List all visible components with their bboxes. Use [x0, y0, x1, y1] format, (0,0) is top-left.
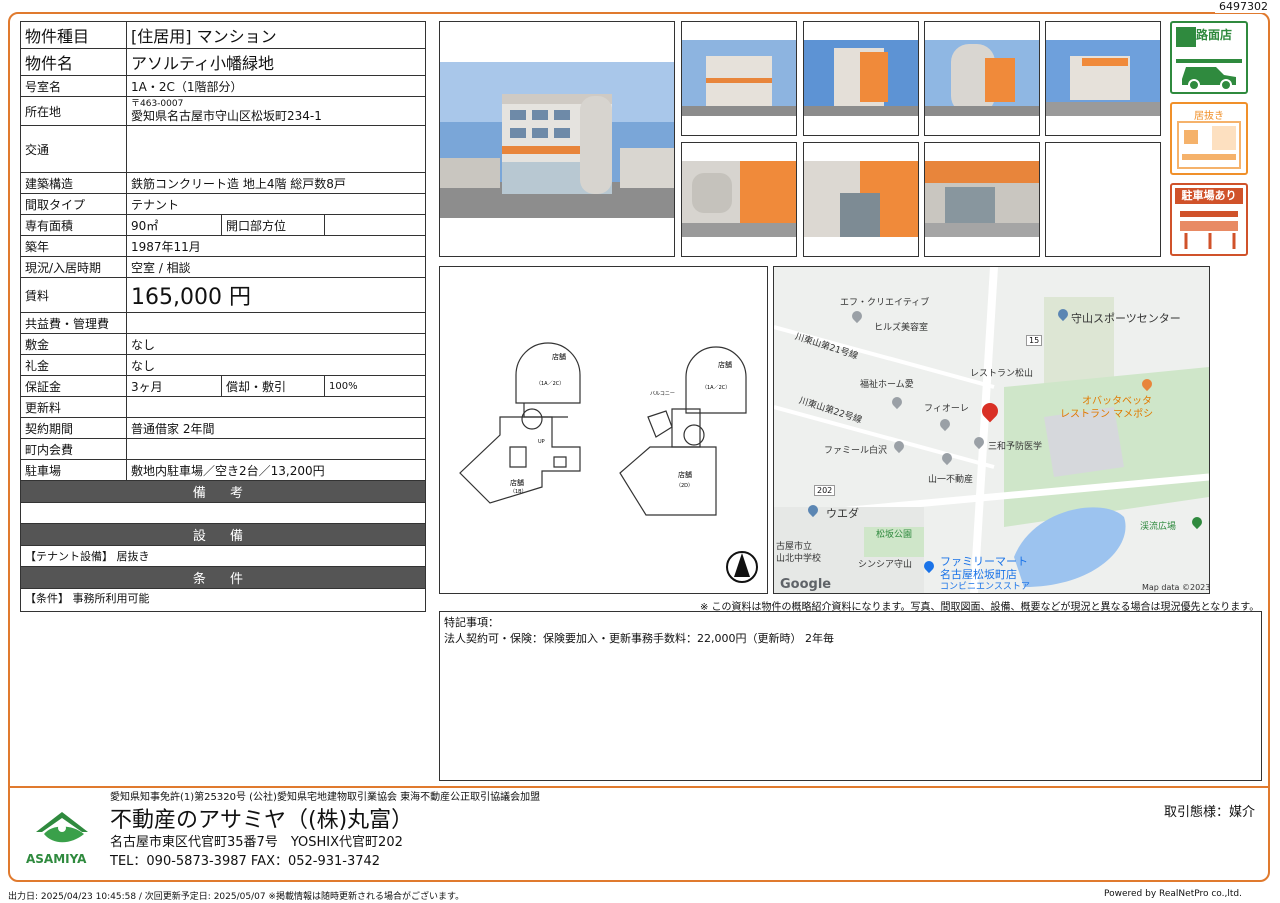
row-built: 築年 1987年11月 [20, 235, 426, 257]
transaction-type: 取引態様：媒介 [1164, 805, 1256, 820]
map-label: シンシア守山 [858, 560, 913, 570]
row-structure: 建築構造 鉄筋コンクリート造 地上4階 総戸数8戸 [20, 172, 426, 194]
fp-unit2: （1A／2C） [702, 385, 730, 391]
thumbnail-photo-4[interactable] [1045, 21, 1161, 136]
row-type: 物件種目 [住居用] マンション [20, 21, 426, 49]
fp-unit1: （1A／2C） [536, 381, 564, 387]
row-address: 所在地 〒463-0007 愛知県名古屋市守山区松坂町234-1 [20, 96, 426, 126]
row-deposit: 敷金 なし [20, 333, 426, 355]
row-fee: 共益費・管理費 [20, 312, 426, 334]
company-phone: TEL：090-5873-3987 FAX：052-931-3742 [110, 854, 381, 869]
row-status: 現況/入居時期 空室 / 相談 [20, 256, 426, 278]
fp-shop2: 店舗 [718, 360, 732, 369]
row-area: 専有面積 90㎡ 開口部方位 [20, 214, 426, 236]
thumbnail-photo-3[interactable] [924, 21, 1040, 136]
fp-up: UP [538, 439, 545, 445]
row-renewal: 更新料 [20, 396, 426, 418]
thumbnail-photo-6[interactable] [803, 142, 919, 257]
powered-by: Powered by RealNetPro co.,ltd. [1104, 889, 1242, 899]
fp-shop4: 店舗 [678, 470, 692, 479]
row-guarantee: 保証金 3ヶ月 償却・敷引 100% [20, 375, 426, 397]
row-layout: 間取タイプ テナント [20, 193, 426, 215]
fp-shop3: 店舗 [510, 478, 524, 487]
row-contract: 契約期間 普通借家 2年間 [20, 417, 426, 439]
parking-icon [1180, 211, 1238, 249]
equipment-body: 【テナント設備】 居抜き [20, 545, 426, 567]
thumbnail-photo-empty [1045, 142, 1161, 257]
special-notes-title: 特記事項： [444, 616, 499, 629]
route-15-badge: 15 [1026, 335, 1043, 346]
map-label: 渓流広場 [1140, 522, 1177, 532]
remarks-header: 備 考 [20, 480, 426, 503]
special-notes-text: 法人契約可・保険：保険要加入・更新事務手数料：22,000円（更新時） 2年毎 [444, 632, 834, 645]
map-label: 山北中学校 [776, 554, 822, 564]
location-map[interactable]: エフ・クリエイティブ ヒルズ美容室 守山スポーツセンター 川東山第21号線 福祉… [773, 266, 1210, 594]
remarks-body [20, 502, 426, 524]
document-number: 6497302 [1215, 0, 1272, 13]
map-label: 松坂公園 [876, 530, 913, 540]
badge-inugi-label: 居抜き [1194, 111, 1224, 122]
map-attribution: Map data ©2023 [1142, 583, 1210, 592]
floor-plan-drawing: 店舗 （1A／2C） 店舗 （1A／2C） 店舗 （1B） 店舗 （2D） UP… [459, 342, 758, 583]
map-label: 三和予防医学 [988, 442, 1043, 452]
row-key-money: 礼金 なし [20, 354, 426, 376]
google-logo: Google [780, 577, 832, 592]
property-spec-table: 物件種目 [住居用] マンション 物件名 アソルティ小幡緑地 号室名 1A・2C（1階… [20, 21, 426, 612]
fp-unit3: （1B） [510, 489, 527, 495]
fp-unit4: （2D） [676, 483, 693, 489]
row-parking: 駐車場 敷地内駐車場／空き2台／13,200円 [20, 459, 426, 481]
map-label: 福祉ホーム愛 [860, 380, 914, 390]
map-label: ヒルズ美容室 [874, 323, 929, 333]
fp-balcony: バルコニー [650, 391, 675, 397]
row-name: 物件名 アソルティ小幡緑地 [20, 48, 426, 76]
map-label: ウエダ [826, 507, 859, 520]
main-building-photo [439, 21, 675, 257]
map-label: フィオーレ [924, 404, 969, 414]
equipment-header: 設 備 [20, 523, 426, 546]
license-text: 愛知県知事免許(1)第25320号 (公社)愛知県宅地建物取引業協会 東海不動産… [110, 792, 541, 803]
floor-plan: 店舗 （1A／2C） 店舗 （1A／2C） 店舗 （1B） 店舗 （2D） UP… [439, 266, 768, 594]
row-town-fee: 町内会費 [20, 438, 426, 460]
company-address: 名古屋市東区代官町35番7号 YOSHIX代官町202 [110, 835, 403, 850]
map-label: レストラン松山 [970, 369, 1034, 379]
route-202-badge: 202 [814, 485, 836, 496]
thumbnail-photo-7[interactable] [924, 142, 1040, 257]
conditions-header: 条 件 [20, 566, 426, 589]
fp-shop1: 店舗 [552, 352, 566, 361]
badge-inugi: 居抜き [1170, 102, 1248, 175]
badge-road-label: 路面店 [1196, 28, 1233, 42]
address-value: 愛知県名古屋市守山区松坂町234-1 [131, 109, 322, 123]
special-notes-box: 特記事項： 法人契約可・保険：保険要加入・更新事務手数料：22,000円（更新時… [439, 611, 1262, 781]
print-info: 出力日: 2025/04/23 10:45:58 / 次回更新予定日: 2025… [8, 892, 465, 902]
map-label: 守山スポーツセンター [1071, 312, 1181, 325]
badge-road-shop: 路面店 [1170, 21, 1248, 94]
map-label: ファミール白沢 [824, 446, 888, 456]
asamiya-logo-icon [36, 812, 88, 843]
row-traffic: 交通 [20, 125, 426, 173]
map-label: 山一不動産 [928, 475, 974, 485]
thumbnail-photo-1[interactable] [681, 21, 797, 136]
postal-code: 〒463-0007 [131, 99, 184, 109]
map-label: コンビニエンスストア [940, 582, 1030, 592]
map-label: エフ・クリエイティブ [840, 298, 930, 308]
company-name: 不動産のアサミヤ（(株)丸富） [110, 808, 414, 833]
thumbnail-photo-5[interactable] [681, 142, 797, 257]
asamiya-logo-text: ASAMIYA [26, 852, 87, 866]
thumbnail-photo-2[interactable] [803, 21, 919, 136]
row-room: 号室名 1A・2C（1階部分） [20, 75, 426, 97]
conditions-body: 【条件】 事務所利用可能 [20, 588, 426, 612]
badge-parking: 駐車場あり [1170, 183, 1248, 256]
map-label: レストラン マメポシ [1060, 409, 1154, 420]
row-rent: 賃料 165,000 円 [20, 277, 426, 313]
